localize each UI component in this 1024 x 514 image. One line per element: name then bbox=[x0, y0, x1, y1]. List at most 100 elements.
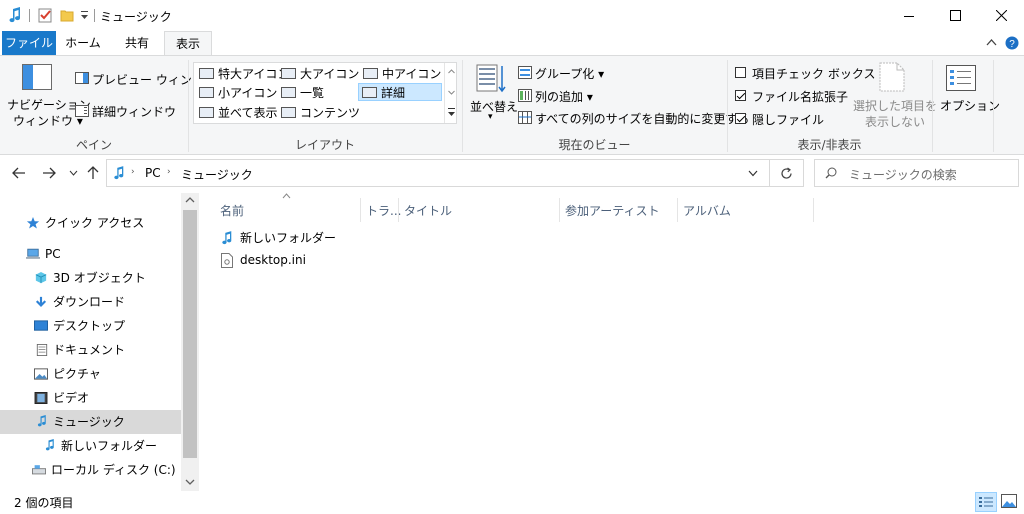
forward-arrow-icon bbox=[43, 167, 56, 179]
group-label-pane: ペイン bbox=[75, 138, 112, 152]
details-view-button[interactable] bbox=[975, 492, 997, 512]
options-button[interactable]: オプション bbox=[940, 97, 1000, 114]
nav-pane-scrollbar[interactable] bbox=[181, 193, 199, 491]
back-arrow-icon bbox=[12, 167, 25, 179]
details-pane-button[interactable]: 詳細ウィンドウ bbox=[92, 103, 176, 120]
title-bar: ミュージック bbox=[0, 0, 1024, 31]
maximize-icon bbox=[949, 10, 961, 21]
nav-quick-access[interactable]: クイック アクセス bbox=[0, 211, 181, 235]
hidden-items-checkbox[interactable] bbox=[735, 113, 746, 124]
layout-details[interactable]: 詳細 bbox=[358, 83, 442, 101]
hide-selected-icon bbox=[879, 62, 905, 92]
layout-medium-icons[interactable]: 中アイコン bbox=[360, 65, 441, 83]
music-icon bbox=[45, 439, 54, 451]
nav-local-disk[interactable]: ローカル ディスク (C:) bbox=[0, 458, 181, 482]
recent-locations-dropdown[interactable] bbox=[69, 170, 78, 176]
properties-icon[interactable] bbox=[38, 8, 53, 23]
ribbon-tabs: ファイル ホーム 共有 表示 ? bbox=[0, 31, 1024, 56]
music-app-icon[interactable] bbox=[8, 7, 22, 23]
search-icon bbox=[825, 167, 837, 179]
video-icon bbox=[34, 392, 48, 404]
forward-button[interactable] bbox=[42, 167, 56, 179]
column-header-title[interactable]: タイトル bbox=[404, 201, 452, 221]
large-icons-view-button[interactable] bbox=[1001, 494, 1017, 508]
nav-3d-objects[interactable]: 3D オブジェクト bbox=[0, 266, 181, 290]
layout-small-icons[interactable]: 小アイコン bbox=[196, 84, 277, 102]
file-row[interactable]: desktop.ini bbox=[218, 249, 306, 271]
nav-pictures[interactable]: ピクチャ bbox=[0, 362, 181, 386]
up-button[interactable] bbox=[87, 166, 99, 180]
svg-text:?: ? bbox=[1009, 39, 1015, 50]
layout-list[interactable]: 一覧 bbox=[278, 84, 324, 102]
column-header-track[interactable]: トラ... bbox=[366, 201, 401, 221]
address-bar[interactable]: › PC › ミュージック bbox=[106, 159, 770, 187]
chevron-down-icon bbox=[748, 170, 758, 177]
file-row[interactable]: 新しいフォルダー bbox=[218, 227, 336, 249]
nav-desktop[interactable]: デスクトップ bbox=[0, 314, 181, 338]
breadcrumb-music[interactable]: ミュージック bbox=[181, 166, 253, 183]
address-row: › PC › ミュージック ミュージックの検索 bbox=[0, 155, 1024, 193]
item-checkboxes-checkbox[interactable] bbox=[735, 67, 746, 78]
picture-icon bbox=[34, 368, 48, 380]
details-pane-icon bbox=[75, 105, 89, 117]
status-item-count: 2 個の項目 bbox=[14, 496, 74, 510]
minimize-button[interactable] bbox=[886, 0, 932, 31]
scroll-down-icon[interactable] bbox=[181, 475, 199, 489]
file-name-extensions-checkbox[interactable] bbox=[735, 90, 746, 101]
search-input[interactable]: ミュージックの検索 bbox=[814, 159, 1019, 187]
breadcrumb-chevron-icon[interactable]: › bbox=[167, 167, 171, 177]
sort-by-dropdown-icon[interactable]: ▾ bbox=[488, 112, 493, 122]
nav-music[interactable]: ミュージック bbox=[0, 410, 181, 434]
tab-share[interactable]: 共有 bbox=[114, 31, 160, 55]
layout-large-icons[interactable]: 大アイコン bbox=[278, 65, 359, 83]
sort-by-button[interactable]: 並べ替え bbox=[470, 98, 518, 115]
sort-by-icon bbox=[476, 64, 506, 94]
group-by-button[interactable]: グループ化 ▾ bbox=[535, 65, 604, 82]
address-history-dropdown[interactable] bbox=[748, 170, 758, 177]
music-location-icon bbox=[113, 166, 125, 180]
help-icon[interactable]: ? bbox=[1005, 36, 1019, 50]
column-header-contributing-artists[interactable]: 参加アーティスト bbox=[565, 201, 660, 221]
hide-selected-label-2: 表示しない bbox=[865, 115, 926, 129]
cube-icon bbox=[35, 272, 47, 284]
nav-pane-scroll-thumb[interactable] bbox=[183, 210, 197, 458]
window-title: ミュージック bbox=[100, 10, 172, 24]
refresh-button[interactable] bbox=[770, 159, 804, 187]
size-all-columns-button[interactable]: すべての列のサイズを自動的に変更する bbox=[535, 110, 749, 127]
new-folder-icon[interactable] bbox=[60, 8, 74, 22]
close-button[interactable] bbox=[978, 0, 1024, 31]
add-columns-button[interactable]: 列の追加 ▾ bbox=[535, 88, 593, 105]
back-button[interactable] bbox=[12, 167, 26, 179]
maximize-button[interactable] bbox=[932, 0, 978, 31]
nav-documents[interactable]: ドキュメント bbox=[0, 338, 181, 362]
tab-view[interactable]: 表示 bbox=[164, 31, 212, 56]
tab-file[interactable]: ファイル bbox=[2, 31, 56, 55]
layout-tiles[interactable]: 並べて表示 bbox=[196, 104, 278, 122]
size-columns-icon bbox=[518, 111, 532, 124]
breadcrumb-chevron-icon[interactable]: › bbox=[131, 167, 135, 177]
hidden-items-label[interactable]: 隠しファイル bbox=[752, 111, 824, 128]
breadcrumb-pc[interactable]: PC bbox=[145, 166, 161, 180]
options-icon bbox=[946, 65, 976, 91]
column-header-album[interactable]: アルバム bbox=[683, 201, 731, 221]
download-icon bbox=[35, 296, 47, 307]
nav-new-folder[interactable]: 新しいフォルダー bbox=[0, 434, 181, 458]
nav-videos[interactable]: ビデオ bbox=[0, 386, 181, 410]
hide-selected-button[interactable]: 選択した項目を bbox=[853, 97, 937, 114]
quick-access-dropdown-icon[interactable] bbox=[80, 9, 89, 21]
chevron-down-icon bbox=[69, 170, 78, 176]
file-name-extensions-label[interactable]: ファイル名拡張子 bbox=[752, 88, 848, 105]
item-checkboxes-label[interactable]: 項目チェック ボックス bbox=[752, 65, 875, 82]
ribbon-collapse-chevron-icon[interactable] bbox=[986, 38, 997, 46]
navigation-pane-label-2[interactable]: ウィンドウ ▾ bbox=[13, 112, 83, 129]
layout-extra-large-icons[interactable]: 特大アイコン bbox=[196, 65, 289, 83]
layout-gallery-scroll[interactable] bbox=[444, 63, 457, 123]
nav-pc[interactable]: PC bbox=[0, 242, 181, 266]
navigation-pane-icon[interactable] bbox=[22, 64, 52, 90]
column-header-name[interactable]: 名前 bbox=[220, 201, 244, 221]
tab-home[interactable]: ホーム bbox=[60, 31, 106, 55]
music-folder-icon bbox=[222, 231, 232, 245]
document-icon bbox=[36, 344, 48, 356]
layout-content[interactable]: コンテンツ bbox=[278, 104, 360, 122]
nav-downloads[interactable]: ダウンロード bbox=[0, 290, 181, 314]
